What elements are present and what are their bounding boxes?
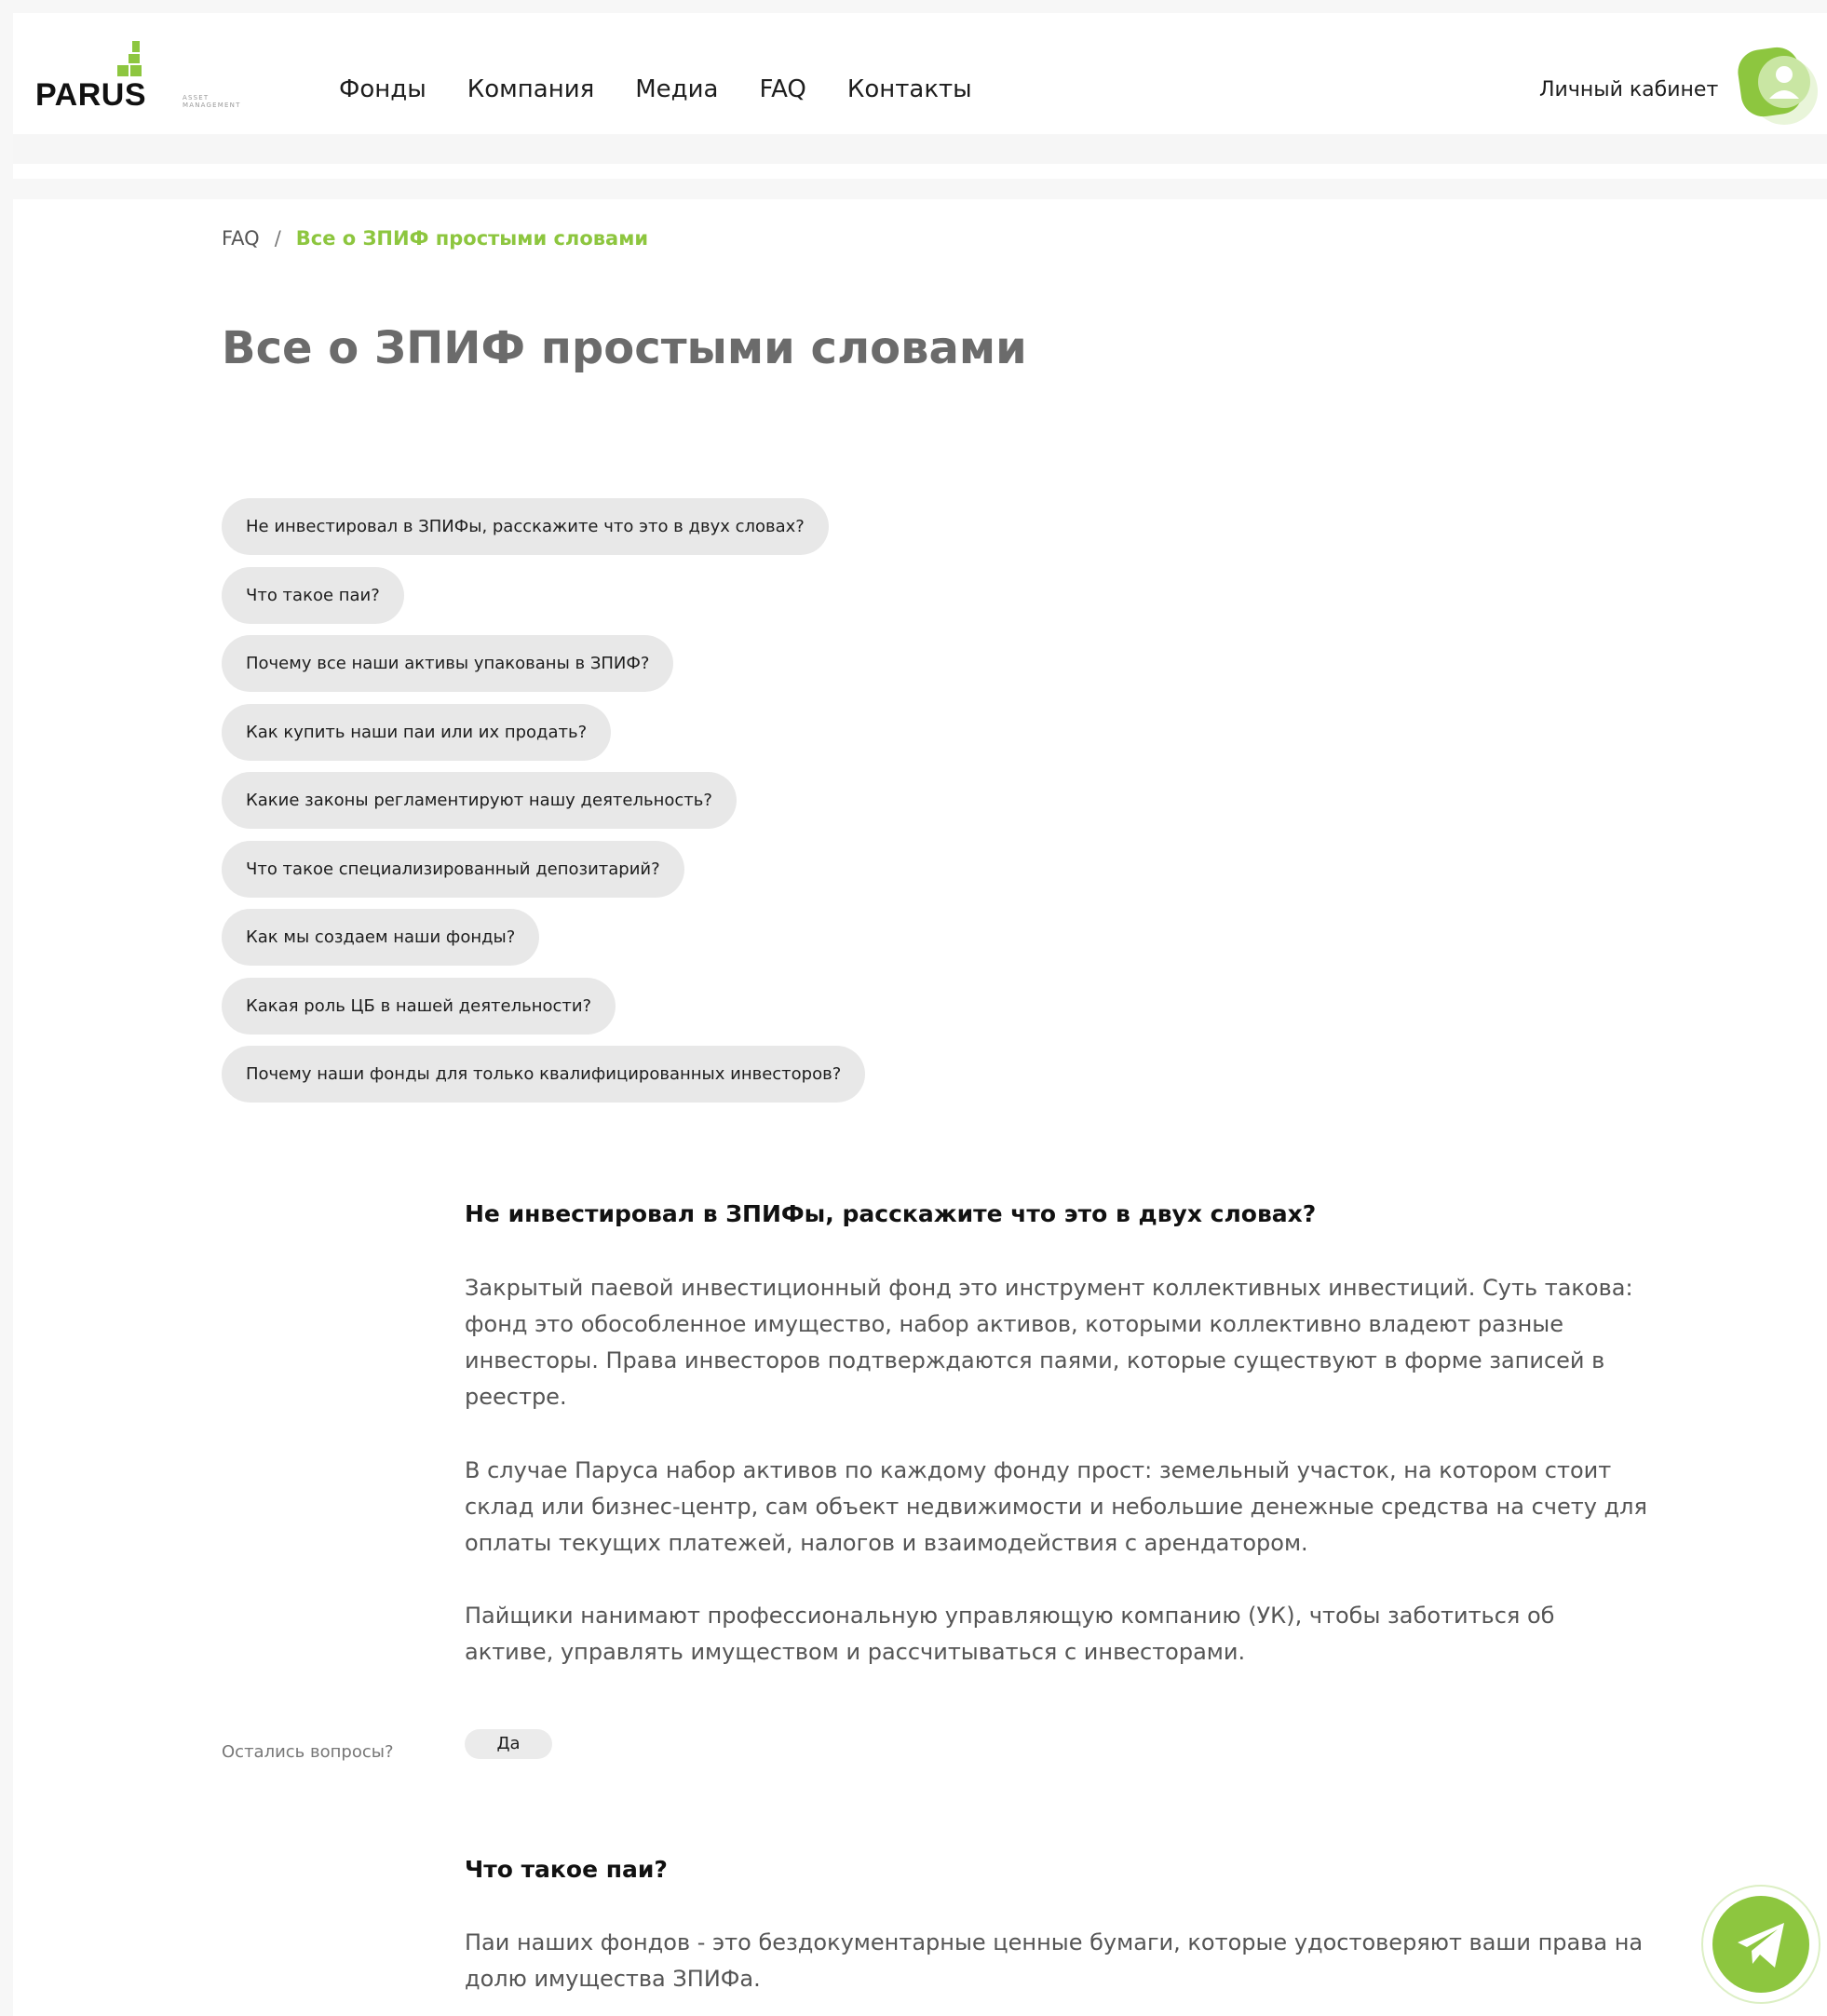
breadcrumb: FAQ / Все о ЗПИФ простыми словами [222, 227, 648, 250]
answer-paragraph: Закрытый паевой инвестиционный фонд это … [465, 1275, 1633, 1410]
page: PARUS ASSET MANAGEMENT Фонды Компания Ме… [13, 13, 1827, 2016]
breadcrumb-faq[interactable]: FAQ [222, 227, 260, 250]
answer-heading: Не инвестировал в ЗПИФы, расскажите что … [465, 1200, 1317, 1227]
header-divider [13, 134, 1827, 164]
logo-block-mid [129, 54, 140, 63]
logo-block-right [130, 65, 142, 76]
parus-logo[interactable]: PARUS ASSET MANAGEMENT [35, 28, 259, 121]
logo-sub-line: ASSET [183, 94, 210, 101]
nav-item-faq[interactable]: FAQ [760, 75, 806, 103]
nav-item-company[interactable]: Компания [467, 75, 594, 103]
breadcrumb-current: Все о ЗПИФ простыми словами [295, 227, 649, 250]
logo-wordmark: PARUS [35, 77, 146, 113]
user-icon-svg [1738, 47, 1818, 125]
question-pill[interactable]: Какие законы регламентируют нашу деятель… [222, 772, 737, 829]
logo-sub-line: MANAGEMENT [183, 101, 241, 109]
personal-account-link[interactable]: Личный кабинет [1539, 78, 1718, 101]
main-nav: Фонды Компания Медиа FAQ Контакты [339, 75, 1013, 103]
question-pill[interactable]: Как купить наши паи или их продать? [222, 704, 612, 761]
answer-paragraph: В случае Паруса набор активов по каждому… [465, 1457, 1647, 1556]
question-pill[interactable]: Как мы создаем наши фонды? [222, 909, 540, 966]
logo-subtitle: ASSET MANAGEMENT [183, 94, 241, 109]
telegram-button[interactable] [1700, 1884, 1821, 2005]
answer-paragraph: Пайщики нанимают профессиональную управл… [465, 1603, 1555, 1665]
question-pill[interactable]: Почему все наши активы упакованы в ЗПИФ? [222, 635, 674, 692]
question-pill[interactable]: Что такое паи? [222, 567, 404, 624]
question-pill[interactable]: Что такое специализированный депозитарий… [222, 841, 684, 898]
header-divider [13, 179, 1827, 199]
page-title: Все о ЗПИФ простыми словами [222, 322, 1027, 374]
breadcrumb-separator: / [274, 227, 281, 250]
site-header: PARUS ASSET MANAGEMENT Фонды Компания Ме… [13, 13, 1827, 134]
logo-block-top [132, 41, 140, 52]
nav-item-contacts[interactable]: Контакты [847, 75, 972, 103]
nav-item-funds[interactable]: Фонды [339, 75, 426, 103]
question-pill[interactable]: Какая роль ЦБ в нашей деятельности? [222, 978, 616, 1035]
user-icon[interactable] [1726, 39, 1820, 132]
answer-paragraph: Паи наших фондов - это бездокументарные … [465, 1929, 1644, 1992]
telegram-icon [1701, 1885, 1820, 2004]
feedback-label: Остались вопросы? [222, 1742, 394, 1762]
answer-heading: Что такое паи? [465, 1856, 668, 1883]
question-pill[interactable]: Не инвестировал в ЗПИФы, расскажите что … [222, 498, 829, 555]
logo-block-left [117, 65, 129, 76]
nav-item-media[interactable]: Медиа [635, 75, 718, 103]
question-pill[interactable]: Почему наши фонды для только квалифициро… [222, 1046, 866, 1103]
feedback-yes-button[interactable]: Да [465, 1729, 552, 1759]
